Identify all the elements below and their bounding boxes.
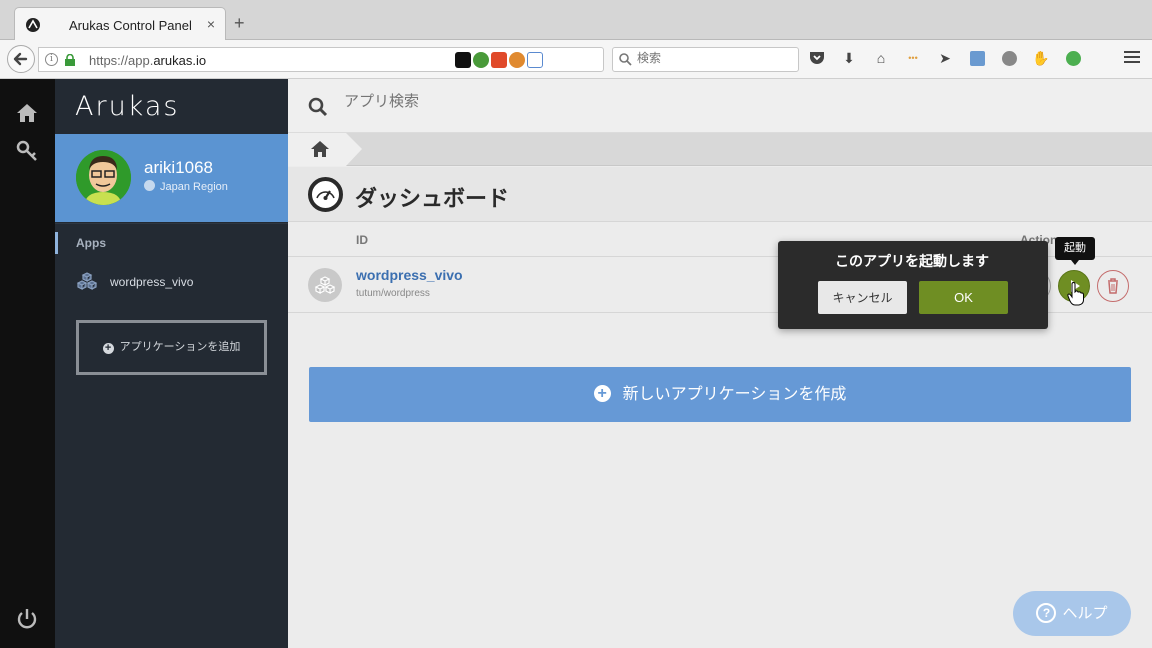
app-cubes-icon [308, 268, 342, 302]
url-domain: arukas.io [153, 53, 207, 68]
flag-extension-icon[interactable] [455, 52, 471, 68]
plus-circle-icon: + [102, 343, 114, 354]
page-title: ダッシュボード [355, 186, 510, 211]
column-header-id: ID [356, 233, 368, 247]
delete-button[interactable] [1097, 270, 1129, 302]
region-label: Japan Region [144, 180, 228, 193]
back-button[interactable] [7, 45, 35, 73]
arukas-favicon-icon [26, 18, 40, 32]
tab-close-icon[interactable]: × [207, 16, 215, 32]
home-icon[interactable]: ⌂ [872, 49, 890, 67]
user-profile[interactable]: ariki1068 Japan Region [55, 134, 288, 222]
url-prefix: https://app. [89, 53, 154, 68]
browser-search-bar[interactable] [612, 47, 799, 72]
browser-tab[interactable]: Arukas Control Panel × [14, 7, 226, 41]
browser-tab-bar: Arukas Control Panel × + [0, 0, 1152, 41]
popover-message: このアプリを起動します [835, 253, 989, 269]
question-icon: ? [1036, 603, 1057, 623]
hamburger-menu-icon[interactable] [1124, 51, 1140, 66]
new-tab-button[interactable]: + [234, 14, 245, 32]
avatar-face-icon [76, 150, 131, 205]
hand-cursor-icon [1067, 282, 1084, 306]
breadcrumb-home[interactable] [288, 133, 362, 166]
avatar [76, 150, 131, 205]
create-application-button[interactable]: + 新しいアプリケーションを作成 [309, 367, 1131, 422]
download-icon[interactable]: ⬇ [840, 49, 858, 67]
start-confirm-popover: このアプリを起動します キャンセル OK [778, 241, 1048, 329]
app-icon-bar [0, 79, 55, 648]
home-icon [311, 141, 329, 157]
lock-icon [65, 54, 75, 66]
dashboard-gauge-icon [308, 177, 343, 212]
create-application-label: 新しいアプリケーションを作成 [622, 386, 847, 403]
help-label: ヘルプ [1062, 605, 1108, 622]
app-search-bar [288, 79, 1152, 133]
sidebar: Arukas ariki1068 Japan Region Apps wordp… [55, 79, 288, 648]
plus-circle-icon: + [593, 385, 611, 402]
app-search-input[interactable] [344, 93, 744, 110]
breadcrumb [288, 133, 1152, 166]
ok-button[interactable]: OK [919, 281, 1008, 314]
main-content: ダッシュボード ID Actions wordpress_vivo tutum/… [288, 79, 1152, 648]
green-extension-icon[interactable] [473, 52, 489, 68]
browser-toolbar-icons: ⬇ ⌂ ••• ➤ ✋ [808, 49, 1082, 67]
profile-menu-icon[interactable] [1000, 49, 1018, 67]
trash-icon [1108, 278, 1118, 294]
wave-extension-icon[interactable] [527, 52, 543, 68]
extension-icons [455, 52, 561, 68]
help-button[interactable]: ? ヘルプ [1013, 591, 1131, 636]
evernote-icon[interactable]: ✋ [1032, 49, 1050, 67]
add-application-label: アプリケーションを追加 [119, 341, 241, 353]
bookmark-extension-icon[interactable]: ••• [904, 49, 922, 67]
back-arrow-icon [13, 52, 28, 66]
search-icon [308, 97, 328, 117]
region-text: Japan Region [160, 181, 228, 193]
send-icon[interactable]: ➤ [936, 49, 954, 67]
browser-search-input[interactable] [637, 51, 787, 65]
translate-extension-icon[interactable] [968, 49, 986, 67]
arukas-logo[interactable]: Arukas [75, 91, 179, 122]
cubes-icon [77, 272, 97, 290]
apps-label: Apps [55, 232, 288, 254]
globe-icon [144, 180, 155, 191]
pocket-icon[interactable] [808, 49, 826, 67]
power-icon[interactable] [15, 607, 39, 631]
add-application-button[interactable]: + アプリケーションを追加 [76, 320, 267, 375]
app-name-link[interactable]: wordpress_vivo [356, 267, 463, 283]
url-text: https://app.arukas.io [89, 53, 206, 68]
sidebar-item-label: wordpress_vivo [110, 275, 194, 289]
info-icon[interactable]: i [45, 53, 58, 66]
evernote-extension-icon[interactable] [491, 52, 507, 68]
browser-nav-bar: i https://app.arukas.io ⟳ ⬇ ⌂ ••• ➤ ✋ [0, 40, 1152, 79]
search-icon [619, 53, 632, 66]
home-nav-icon[interactable] [15, 101, 39, 125]
sidebar-item-wordpress-vivo[interactable]: wordpress_vivo [55, 262, 288, 302]
cancel-button[interactable]: キャンセル [818, 281, 907, 314]
mustache-extension-icon[interactable] [545, 52, 561, 68]
username: ariki1068 [144, 158, 213, 177]
start-tooltip: 起動 [1055, 237, 1095, 265]
app-image: tutum/wordpress [356, 288, 430, 299]
key-icon[interactable] [15, 139, 39, 163]
tab-title: Arukas Control Panel [69, 18, 192, 33]
d-extension-icon[interactable] [1064, 49, 1082, 67]
apps-section: Apps [55, 223, 288, 257]
url-bar[interactable]: i https://app.arukas.io ⟳ [38, 47, 629, 72]
orange-extension-icon[interactable] [509, 52, 525, 68]
page-header: ダッシュボード [288, 167, 1152, 222]
